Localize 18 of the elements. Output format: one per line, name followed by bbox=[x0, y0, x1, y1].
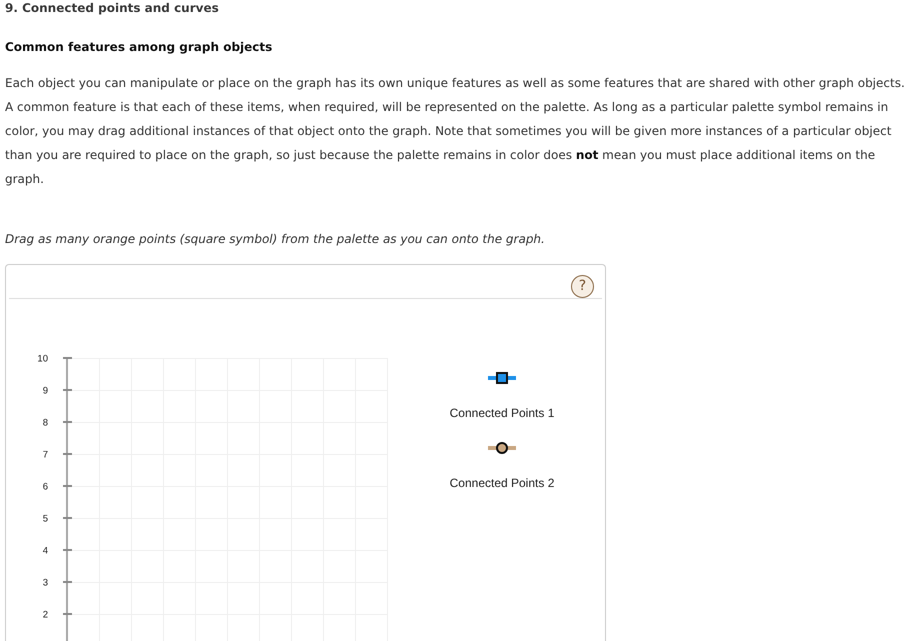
axis-tick-label: 6 bbox=[42, 482, 48, 492]
instruction-text: Drag as many orange points (square symbol) from the palette as you can onto the graph. bbox=[5, 231, 545, 247]
axis-tick-label: 7 bbox=[42, 450, 48, 460]
palette-label: Connected Points 2 bbox=[450, 475, 554, 491]
circle-point-icon[interactable] bbox=[488, 442, 516, 454]
axis-tick-label: 8 bbox=[42, 418, 48, 428]
square-point-icon[interactable] bbox=[488, 372, 516, 384]
axis-tick-label: 9 bbox=[42, 386, 48, 396]
axis-tick-label: 2 bbox=[42, 610, 48, 620]
axis-tick-label: 5 bbox=[42, 514, 48, 524]
axis-tick-label: 4 bbox=[42, 546, 48, 556]
help-button[interactable]: ? bbox=[571, 274, 594, 298]
description-paragraph: Each object you can manipulate or place on the graph has its own unique features as well as some features that are shared with other graph objects. A common feature is that each of these items, when required, will be represented on the palette. As long as a particular palette symbol remains in color, you may drag additional instances of that object onto the graph. Note that sometimes you will be given more instances of a particular object than you are required to place on the graph, so just because the palette remains in color does not mean you must place additional items on the graph. bbox=[5, 75, 906, 188]
axis-tick-label: 3 bbox=[42, 578, 48, 588]
palette-label: Connected Points 1 bbox=[450, 405, 554, 421]
axis-tick-label: 10 bbox=[37, 354, 48, 364]
question-title: 9. Connected points and curves bbox=[5, 0, 219, 16]
section-heading: Common features among graph objects bbox=[5, 39, 272, 55]
